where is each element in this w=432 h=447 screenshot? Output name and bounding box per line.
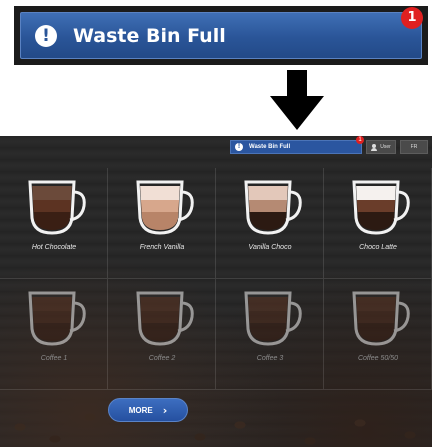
drink-tile[interactable]: Coffee 1	[0, 279, 108, 390]
user-icon	[371, 143, 378, 151]
drink-grid: Hot Chocolate French Vanilla Vanilla Choco…	[0, 168, 432, 390]
cup-icon	[136, 180, 194, 235]
cup-icon	[244, 291, 302, 346]
top-bar: ! Waste Bin Full 1 User FR	[230, 136, 428, 154]
waste-bin-alert-banner[interactable]: ! Waste Bin Full 1	[20, 7, 423, 59]
cup-icon	[352, 180, 410, 235]
drink-label: Choco Latte	[359, 244, 397, 251]
user-label: User	[380, 144, 391, 150]
language-label: FR	[410, 144, 418, 150]
cup-icon	[136, 291, 194, 346]
drink-label: Coffee 3	[256, 355, 284, 362]
user-button[interactable]: User	[366, 140, 396, 154]
drink-tile[interactable]: French Vanilla	[108, 168, 216, 279]
drink-tile[interactable]: Vanilla Choco	[216, 168, 324, 279]
notification-count-badge: 1	[401, 7, 423, 29]
chevron-right-icon: ›	[162, 403, 168, 417]
cup-icon	[28, 180, 86, 235]
drink-tile[interactable]: Coffee 3	[216, 279, 324, 390]
more-label: MORE	[128, 405, 153, 415]
drink-label: Coffee 50/50	[357, 355, 399, 362]
alert-title: Waste Bin Full	[249, 144, 291, 150]
exclamation-icon: !	[35, 24, 57, 47]
down-arrow-icon	[270, 70, 324, 130]
waste-bin-alert-button[interactable]: ! Waste Bin Full 1	[230, 136, 364, 154]
drink-tile[interactable]: Choco Latte	[324, 168, 432, 279]
drink-tile[interactable]: Coffee 50/50	[324, 279, 432, 390]
drink-label: French Vanilla	[139, 244, 185, 251]
drink-label: Vanilla Choco	[248, 244, 292, 251]
exclamation-icon: !	[235, 143, 243, 151]
cup-icon	[244, 180, 302, 235]
drink-tile[interactable]: Hot Chocolate	[0, 168, 108, 279]
cup-icon	[28, 291, 86, 346]
more-button[interactable]: MORE ›	[108, 398, 188, 422]
drink-tile[interactable]: Coffee 2	[108, 279, 216, 390]
alert-title: Waste Bin Full	[73, 24, 226, 47]
cup-icon	[352, 291, 410, 346]
drink-label: Coffee 1	[40, 355, 68, 362]
beverage-machine-screen: ! Waste Bin Full 1 User FR Hot Chocolate…	[0, 136, 432, 447]
language-button[interactable]: FR	[400, 140, 428, 154]
notification-count-badge: 1	[356, 136, 364, 144]
drink-label: Coffee 2	[148, 355, 176, 362]
drink-label: Hot Chocolate	[31, 244, 77, 251]
zoomed-notification-frame: ! Waste Bin Full 1	[14, 6, 428, 65]
